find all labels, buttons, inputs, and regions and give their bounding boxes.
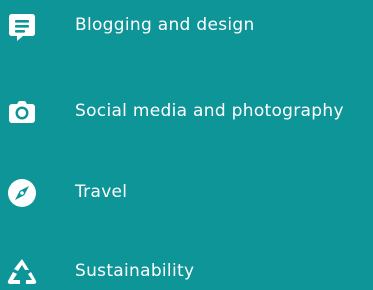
list-item-label: Travel (75, 182, 128, 202)
list-item-travel: Travel (0, 171, 373, 211)
interests-list: Blogging and design Social media and pho… (0, 0, 373, 285)
list-item-blogging: Blogging and design (0, 4, 373, 44)
list-item-label: Blogging and design (75, 15, 255, 35)
recycle-icon (5, 255, 39, 289)
compass-icon (5, 176, 39, 210)
list-item-label: Sustainability (75, 261, 195, 281)
list-item-social-media: Social media and photography (0, 90, 373, 130)
chat-bubble-icon (5, 9, 39, 43)
camera-icon (5, 95, 39, 129)
list-item-sustainability: Sustainability (0, 250, 373, 290)
list-item-label: Social media and photography (75, 101, 344, 121)
